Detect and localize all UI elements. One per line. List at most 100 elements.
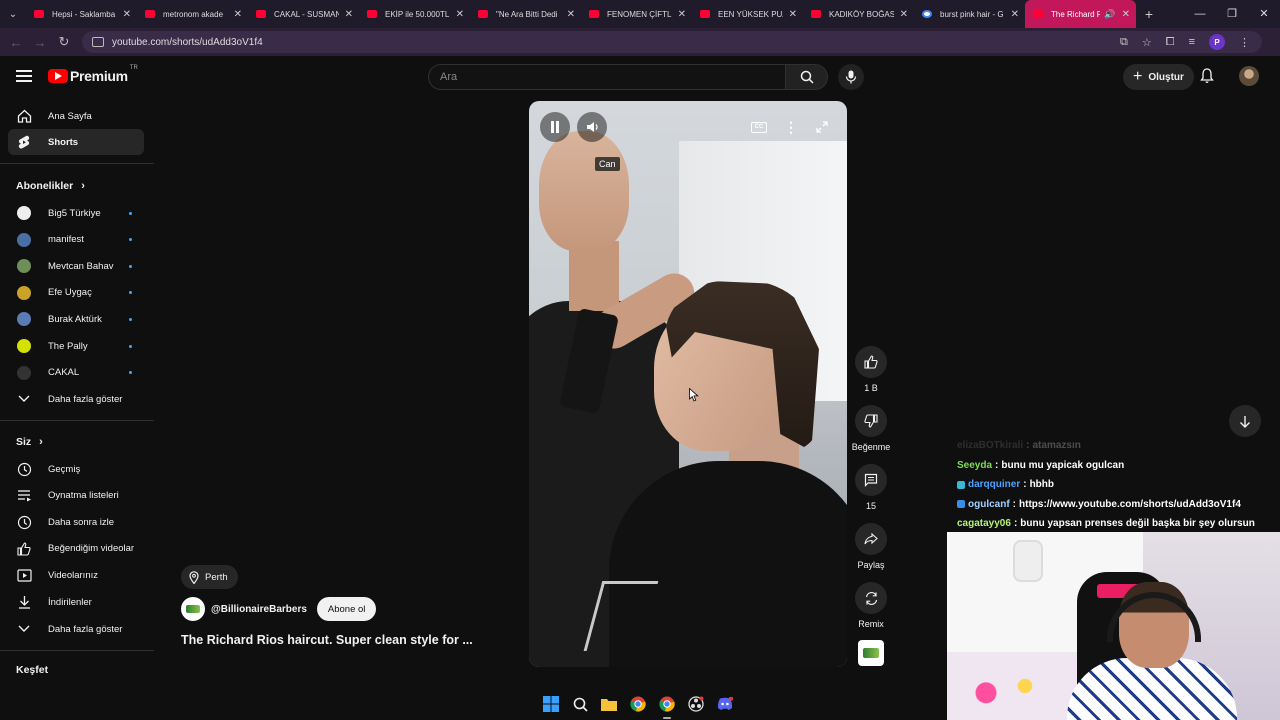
close-tab-icon[interactable]: ✕ bbox=[900, 9, 908, 20]
sidebar-subscription[interactable]: Big5 Türkiye bbox=[8, 200, 144, 226]
tab-audio-icon[interactable]: 🔊 bbox=[1104, 9, 1115, 20]
sidebar-item-history[interactable]: Geçmiş bbox=[8, 456, 144, 482]
browser-tab[interactable]: KADIKÖY BOĞASI ✕ bbox=[803, 0, 914, 28]
more-options-icon[interactable]: ⋮ bbox=[784, 119, 798, 135]
menu-icon[interactable] bbox=[16, 70, 32, 82]
browser-tab[interactable]: Hepsi - Saklamba ✕ bbox=[26, 0, 137, 28]
bookmark-star-icon[interactable]: ☆ bbox=[1142, 36, 1152, 49]
voice-search-button[interactable] bbox=[838, 64, 864, 90]
close-tab-icon[interactable]: ✕ bbox=[678, 9, 686, 20]
dislike-button[interactable]: Beğenme bbox=[851, 405, 891, 452]
close-tab-icon[interactable]: ✕ bbox=[345, 9, 353, 20]
comments-button[interactable]: 15 bbox=[851, 464, 891, 511]
search-input[interactable]: Ara bbox=[428, 64, 786, 90]
notifications-icon[interactable] bbox=[1200, 68, 1214, 89]
close-tab-icon[interactable]: ✕ bbox=[456, 9, 464, 20]
new-content-dot bbox=[129, 238, 132, 242]
captions-icon[interactable]: CC bbox=[751, 122, 767, 133]
browser-tab[interactable]: EKİP ile 50.000TL ✕ bbox=[359, 0, 470, 28]
channel-thumbnail[interactable] bbox=[858, 640, 884, 666]
sidebar-subscription[interactable]: Mevtcan Bahav bbox=[8, 253, 144, 279]
sidebar-item-your-videos[interactable]: Videolarınız bbox=[8, 562, 144, 588]
close-window-icon[interactable]: ✕ bbox=[1248, 0, 1280, 28]
search-button[interactable] bbox=[786, 64, 828, 90]
close-tab-icon[interactable]: ✕ bbox=[234, 9, 242, 20]
fullscreen-icon[interactable] bbox=[815, 120, 829, 134]
explore-heading[interactable]: Keşfet bbox=[16, 664, 48, 676]
sidebar-item-playlists[interactable]: Oynatma listeleri bbox=[8, 483, 144, 509]
subscribe-button[interactable]: Abone ol bbox=[316, 597, 377, 621]
pause-button[interactable] bbox=[540, 112, 570, 142]
remix-button[interactable]: Remix bbox=[851, 582, 891, 629]
taskbar-search-icon[interactable] bbox=[571, 695, 589, 713]
you-heading[interactable]: Siz › bbox=[16, 436, 43, 448]
sidebar-item-downloads[interactable]: İndirilenler bbox=[8, 589, 144, 615]
file-explorer-icon[interactable] bbox=[600, 695, 618, 713]
browser-tab[interactable]: "Ne Ara Bitti Dedi ✕ bbox=[470, 0, 581, 28]
channel-avatar[interactable] bbox=[181, 597, 205, 621]
account-avatar[interactable] bbox=[1239, 66, 1259, 86]
volume-button[interactable] bbox=[577, 112, 607, 142]
like-button[interactable]: 1 B bbox=[851, 346, 891, 393]
show-more-you[interactable]: Daha fazla göster bbox=[8, 616, 144, 642]
obs-icon[interactable] bbox=[687, 695, 705, 713]
create-button[interactable]: + Oluştur bbox=[1123, 64, 1194, 90]
playlists-icon bbox=[16, 488, 32, 504]
short-video-player[interactable]: CC ⋮ Can bbox=[529, 101, 847, 667]
sidebar-item-home[interactable]: Ana Sayfa bbox=[8, 103, 144, 129]
subscriptions-heading[interactable]: Abonelikler › bbox=[16, 180, 85, 192]
sidebar-item-shorts[interactable]: Shorts bbox=[8, 129, 144, 155]
chat-message: cagatayy06: bunu yapsan prenses değil baş… bbox=[957, 514, 1280, 534]
reload-icon[interactable]: ↻ bbox=[52, 34, 76, 50]
sidebar-subscription[interactable]: CAKAL bbox=[8, 360, 144, 386]
sidebar-subscription[interactable]: Efe Uygaç bbox=[8, 280, 144, 306]
youtube-premium-logo[interactable]: Premium TR bbox=[48, 65, 138, 84]
sidebar-item-liked[interactable]: Beğendiğim videolar bbox=[8, 536, 144, 562]
channel-avatar-icon bbox=[16, 365, 32, 381]
discord-icon[interactable] bbox=[716, 695, 734, 713]
profile-avatar[interactable]: P bbox=[1209, 34, 1225, 50]
browser-tab[interactable]: FENOMEN ÇİFTLİK ✕ bbox=[581, 0, 692, 28]
close-tab-icon[interactable]: ✕ bbox=[789, 9, 797, 20]
caption-tag: Can bbox=[595, 157, 620, 171]
explore-title: Keşfet bbox=[16, 664, 49, 676]
tab-title: The Richard R bbox=[1051, 9, 1101, 19]
tab-search-icon[interactable]: ⌄ bbox=[0, 0, 26, 28]
forward-icon[interactable]: → bbox=[28, 35, 52, 50]
browser-tab[interactable]: CAKAL - SUSMAN ✕ bbox=[248, 0, 359, 28]
short-title[interactable]: The Richard Rios haircut. Super clean st… bbox=[181, 633, 473, 647]
restore-icon[interactable]: ❐ bbox=[1216, 0, 1248, 28]
show-more-subscriptions[interactable]: Daha fazla göster bbox=[8, 386, 144, 412]
chrome-menu-icon[interactable]: ⋮ bbox=[1239, 36, 1250, 49]
browser-tab[interactable]: metronom akade ✕ bbox=[137, 0, 248, 28]
close-tab-icon[interactable]: ✕ bbox=[123, 9, 131, 20]
extensions-icon[interactable]: ⧠ bbox=[1166, 36, 1175, 49]
chrome-icon[interactable] bbox=[629, 695, 647, 713]
minimize-icon[interactable]: — bbox=[1184, 0, 1216, 28]
close-tab-icon[interactable]: ✕ bbox=[1011, 9, 1019, 20]
location-chip[interactable]: Perth bbox=[181, 565, 238, 589]
next-short-button[interactable] bbox=[1229, 405, 1261, 437]
close-tab-icon[interactable]: ✕ bbox=[567, 9, 575, 20]
close-tab-icon[interactable]: ✕ bbox=[1122, 9, 1130, 20]
windows-start-icon[interactable] bbox=[542, 695, 560, 713]
url-text[interactable]: youtube.com/shorts/udAdd3oV1f4 bbox=[112, 37, 1120, 48]
omnibox[interactable]: youtube.com/shorts/udAdd3oV1f4 ⧉ ☆ ⧠ ≡ P… bbox=[82, 31, 1262, 53]
browser-tab[interactable]: EEN YÜKSEK PUA ✕ bbox=[692, 0, 803, 28]
back-icon[interactable]: ← bbox=[4, 35, 28, 50]
install-app-icon[interactable]: ⧉ bbox=[1120, 36, 1128, 49]
sidebar-item-watch-later[interactable]: Daha sonra izle bbox=[8, 509, 144, 535]
sidebar-subscription[interactable]: manifest bbox=[8, 227, 144, 253]
home-icon bbox=[16, 108, 32, 124]
share-button[interactable]: Paylaş bbox=[851, 523, 891, 570]
browser-tab[interactable]: The Richard R 🔊 ✕ bbox=[1025, 0, 1136, 28]
sidebar-subscription[interactable]: The Pally bbox=[8, 333, 144, 359]
sidebar-subscription[interactable]: Burak Aktürk bbox=[8, 306, 144, 332]
site-info-icon[interactable] bbox=[92, 37, 104, 47]
tab-title: "Ne Ara Bitti Dedi bbox=[496, 9, 558, 19]
media-controls-icon[interactable]: ≡ bbox=[1189, 36, 1195, 48]
browser-tab[interactable]: burst pink hair - G ✕ bbox=[914, 0, 1025, 28]
channel-name[interactable]: @BillionaireBarbers bbox=[211, 604, 307, 615]
chrome-profile-icon[interactable] bbox=[658, 695, 676, 719]
new-tab-button[interactable]: + bbox=[1136, 6, 1162, 22]
